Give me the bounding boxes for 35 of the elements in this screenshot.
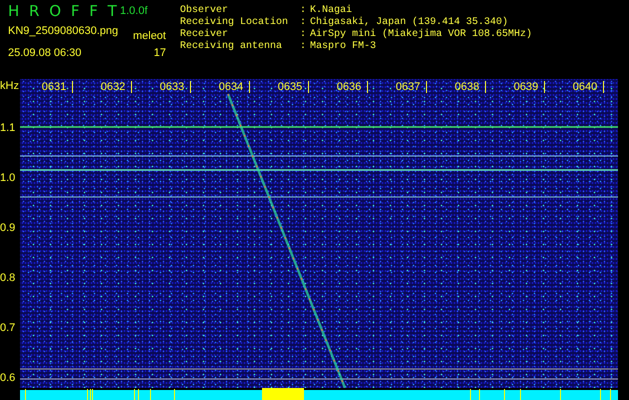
info-label: Receiving Location <box>180 17 290 28</box>
info-label: Observer <box>180 5 230 16</box>
time-label: 0635 <box>278 81 310 93</box>
time-label: 0639 <box>514 81 546 93</box>
app-title: H R O F F T <box>8 2 118 20</box>
info-colon: : <box>300 17 308 29</box>
time-label: 0640 <box>572 81 604 93</box>
time-label: 0636 <box>336 81 368 93</box>
meteor-count: 17 <box>152 47 166 59</box>
info-value: Maspro FM-3 <box>310 41 378 53</box>
frequency-label: 0.7 <box>0 322 16 334</box>
time-label: 0633 <box>160 81 192 93</box>
frequency-label: 0.6 <box>0 372 16 384</box>
frequency-label: 0.9 <box>0 222 16 234</box>
count-label: meleot <box>132 30 166 42</box>
info-colon: : <box>300 5 308 17</box>
datetime-label: 25.09.08 06:30 <box>8 47 82 59</box>
unit-label: kHz <box>0 80 19 92</box>
filename-label: KN9_2509080630.png <box>8 25 120 37</box>
time-label: 0631 <box>42 81 74 93</box>
info-value: K.Nagai <box>310 5 354 16</box>
time-label: 0634 <box>218 81 250 93</box>
time-label: 0637 <box>396 81 428 93</box>
info-label: Receiving antenna <box>180 41 284 53</box>
version-label: 1.0.0f <box>120 5 149 17</box>
time-label: 0632 <box>100 81 132 93</box>
frequency-label: 0.8 <box>0 272 16 284</box>
info-value: AirSpy mini (Miakejima VOR 108.65MHz) <box>310 29 532 41</box>
info-colon: : <box>300 29 308 41</box>
frequency-label: 1.0 <box>0 172 16 184</box>
info-colon: : <box>300 41 308 53</box>
time-label: 0638 <box>454 81 486 93</box>
frequency-label: 1.1 <box>0 122 16 134</box>
info-label: Receiver <box>180 29 230 40</box>
info-value: Chigasaki, Japan (139.414 35.340) <box>310 17 510 28</box>
